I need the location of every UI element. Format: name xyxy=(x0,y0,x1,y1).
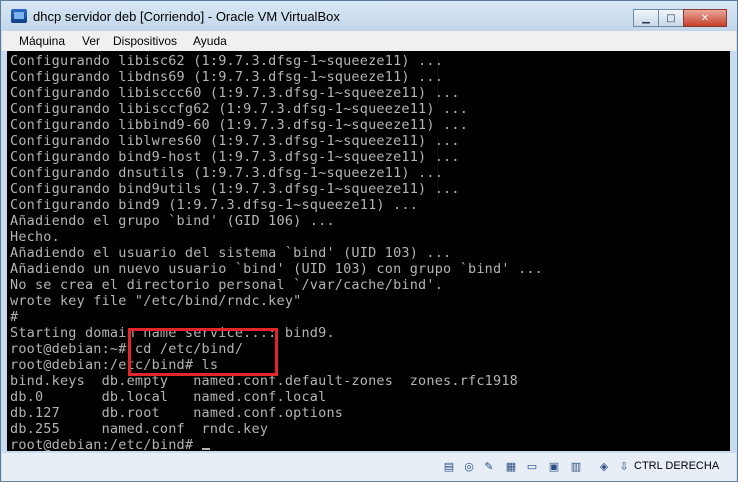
video-capture-icon[interactable]: ▣ xyxy=(546,458,562,474)
console-line: Configurando libdns69 (1:9.7.3.dfsg-1~sq… xyxy=(10,69,444,85)
console-line: Configurando bind9 (1:9.7.3.dfsg-1~squee… xyxy=(10,197,419,213)
optical-drive-icon[interactable]: ◎ xyxy=(461,458,477,474)
console-line: Hecho. xyxy=(10,229,60,245)
status-bar: ▤ ◎ ✎ ▦ ▭ ▣ ▥ ◈ ⇩ CTRL DERECHA xyxy=(2,453,736,481)
usb-icon[interactable]: ✎ xyxy=(481,458,497,474)
host-key-label: CTRL DERECHA xyxy=(634,460,720,472)
close-icon: ✕ xyxy=(700,12,710,24)
vm-console-screen[interactable]: Configurando libisc62 (1:9.7.3.dfsg-1~sq… xyxy=(7,51,730,451)
console-line: wrote key file "/etc/bind/rndc.key" xyxy=(10,293,302,309)
console-line: Configurando bind9-host (1:9.7.3.dfsg-1~… xyxy=(10,149,460,165)
console-line: Configurando liblwres60 (1:9.7.3.dfsg-1~… xyxy=(10,133,460,149)
virtualbox-app-icon xyxy=(11,9,27,23)
hard-disk-icon[interactable]: ▤ xyxy=(441,458,457,474)
console-line: Añadiendo un nuevo usuario `bind' (UID 1… xyxy=(10,261,543,277)
menu-devices[interactable]: Dispositivos xyxy=(113,34,177,48)
menu-help[interactable]: Ayuda xyxy=(193,34,227,48)
console-line: Configurando libisccc60 (1:9.7.3.dfsg-1~… xyxy=(10,85,460,101)
console-line: Configurando dnsutils (1:9.7.3.dfsg-1~sq… xyxy=(10,165,444,181)
console-line: Configurando bind9utils (1:9.7.3.dfsg-1~… xyxy=(10,181,460,197)
console-line: Añadiendo el usuario del sistema `bind' … xyxy=(10,245,452,261)
maximize-button[interactable]: □ xyxy=(658,9,684,27)
menu-machine[interactable]: Máquina xyxy=(19,34,65,48)
maximize-icon: □ xyxy=(666,12,676,24)
console-line: Configurando libisccfg62 (1:9.7.3.dfsg-1… xyxy=(10,101,469,117)
console-line: Configurando libisc62 (1:9.7.3.dfsg-1~sq… xyxy=(10,53,444,69)
network-icon[interactable]: ▥ xyxy=(568,458,584,474)
console-line: # xyxy=(10,309,19,325)
console-line: db.0 db.local named.conf.local xyxy=(10,389,327,405)
host-key-arrow-icon: ⇩ xyxy=(619,459,629,473)
console-prompt: root@debian:/etc/bind# xyxy=(10,437,202,451)
shared-folders-icon[interactable]: ▦ xyxy=(503,458,519,474)
console-line: db.127 db.root named.conf.options xyxy=(10,405,344,421)
console-line: db.255 named.conf rndc.key xyxy=(10,421,269,437)
display-icon[interactable]: ▭ xyxy=(524,458,540,474)
red-annotation-box xyxy=(128,328,278,376)
menu-view[interactable]: Ver xyxy=(82,34,100,48)
console-line: No se crea el directorio personal `/var/… xyxy=(10,277,444,293)
menu-bar: Máquina Ver Dispositivos Ayuda xyxy=(2,31,736,51)
console-line: Añadiendo el grupo `bind' (GID 106) ... xyxy=(10,213,335,229)
mouse-integration-icon[interactable]: ◈ xyxy=(596,458,612,474)
virtualbox-window: dhcp servidor deb [Corriendo] - Oracle V… xyxy=(0,0,738,482)
title-bar[interactable]: dhcp servidor deb [Corriendo] - Oracle V… xyxy=(1,1,737,31)
window-title: dhcp servidor deb [Corriendo] - Oracle V… xyxy=(33,9,340,24)
console-line: Configurando libbind9-60 (1:9.7.3.dfsg-1… xyxy=(10,117,469,133)
console-prompt-line: root@debian:/etc/bind# xyxy=(10,437,210,451)
minimize-button[interactable]: ▁ xyxy=(633,9,659,27)
minimize-icon: ▁ xyxy=(642,12,650,24)
window-controls: ▁ □ ✕ xyxy=(633,9,727,27)
text-cursor xyxy=(201,448,210,450)
close-button[interactable]: ✕ xyxy=(683,9,727,27)
